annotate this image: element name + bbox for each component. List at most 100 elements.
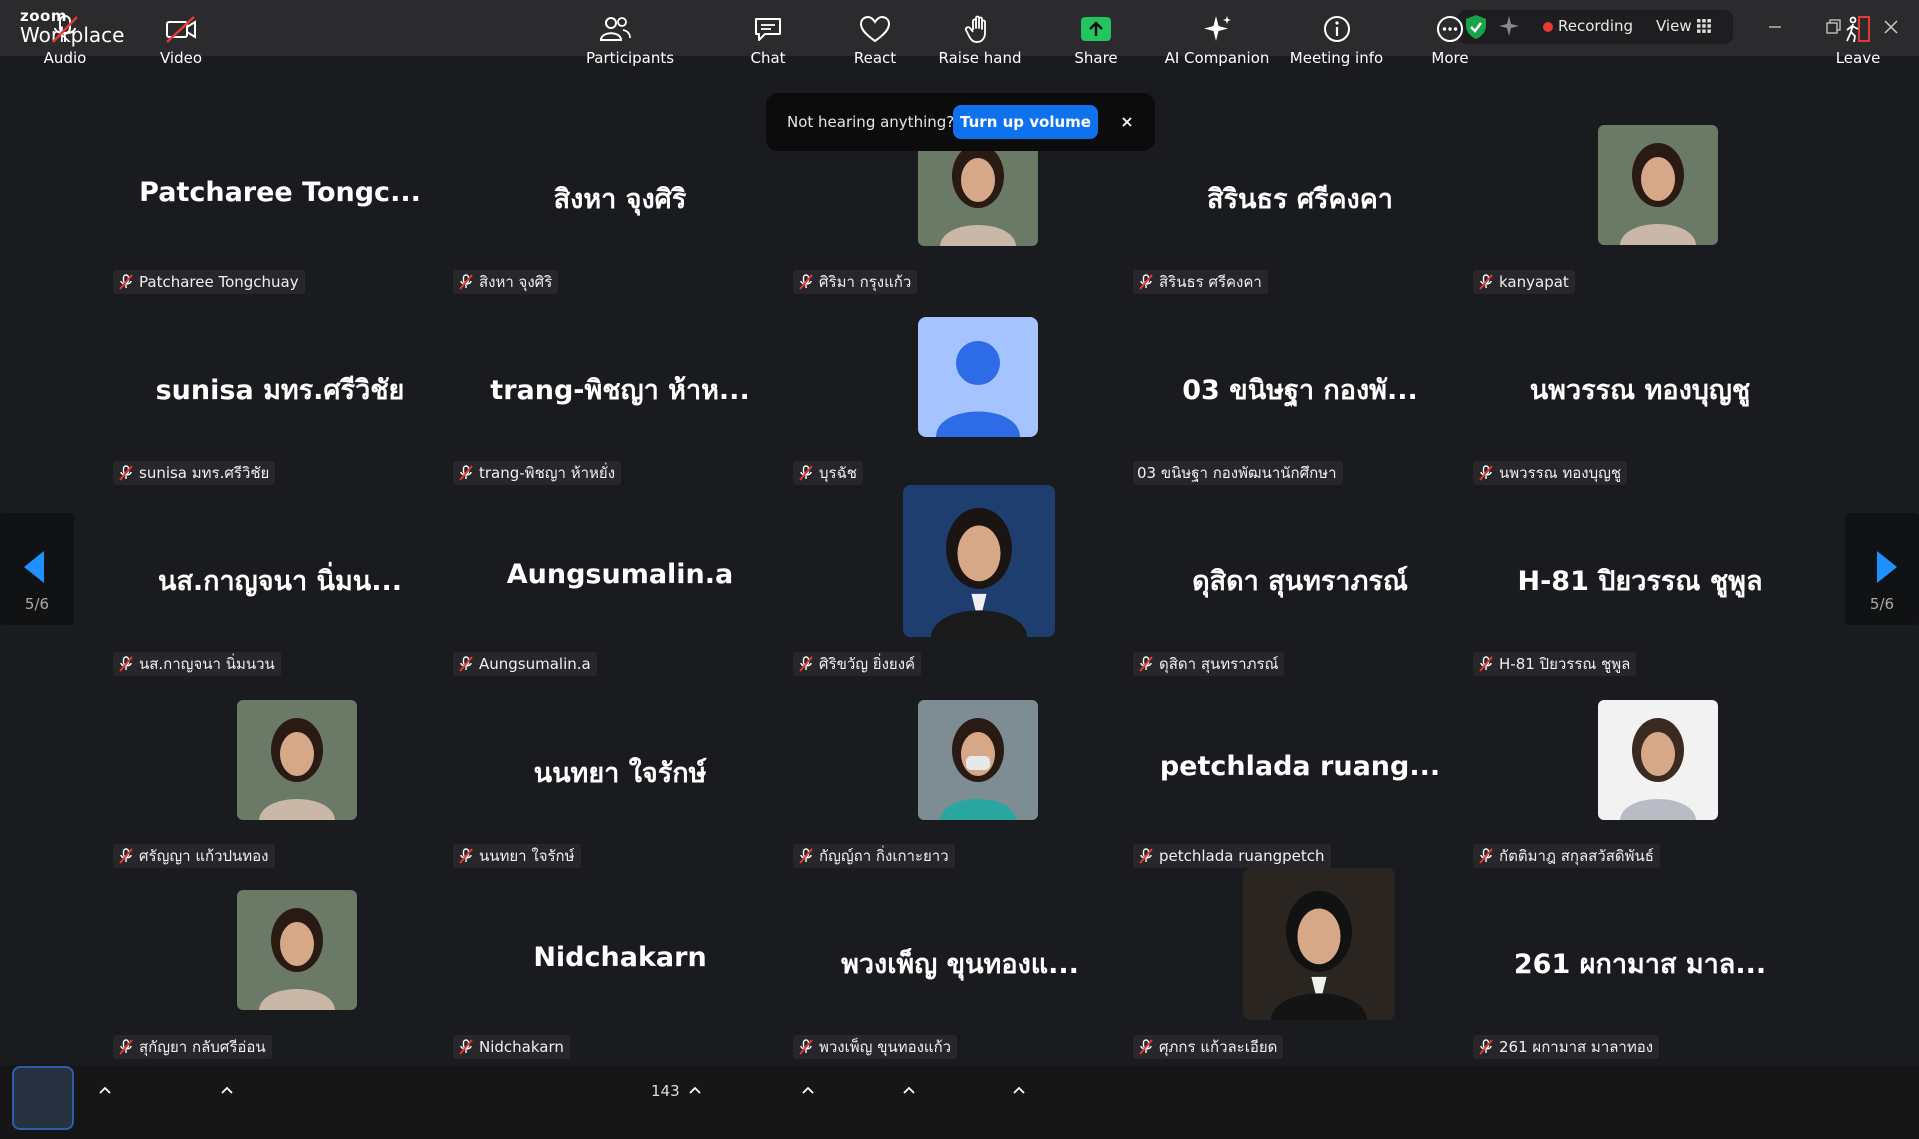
mic-muted-icon [459,274,473,290]
audio-button-highlight[interactable] [12,1066,74,1130]
meeting-info-button[interactable]: Meeting info [1284,0,1389,74]
participants-options-chevron-icon[interactable] [687,1084,703,1096]
chat-button[interactable]: Chat [728,0,808,74]
participant-tile[interactable]: Patcharee Tongc... Patcharee Tongchuay [110,103,450,294]
participant-display-name: นพวรรณ ทองบุญชู [1529,375,1751,406]
participant-tile[interactable]: ดุสิดา สุนทราภรณ์ ดุสิดา สุนทราภรณ์ [1130,485,1470,676]
mic-muted-icon [119,656,133,672]
raise-hand-options-chevron-icon[interactable] [1011,1084,1027,1096]
participant-name-label: 261 ผกามาส มาลาทอง [1473,1035,1660,1059]
participant-tile[interactable]: สิงหา จุงศิริ สิงหา จุงศิริ [450,103,790,294]
participant-name-label: นนทยา ใจรักษ์ [453,844,581,868]
participant-name-label: ศรัญญา แก้วปนทอง [113,844,275,868]
react-options-chevron-icon[interactable] [901,1084,917,1096]
participant-tile[interactable]: ศิริขวัญ ยิ่งยงค์ [790,485,1130,676]
heart-icon [859,15,891,43]
participant-name-label: Nidchakarn [453,1035,570,1059]
leave-button[interactable]: Leave [1818,0,1898,74]
participant-tile[interactable]: 03 ขนิษฐา กองพั... 03 ขนิษฐา กองพัฒนานักศ… [1130,294,1470,485]
participant-display-name: นส.กาญจนา นิ่มน... [157,566,403,597]
participant-name-label: พวงเพ็ญ ขุนทองแก้ว [793,1035,958,1059]
participant-photo [1243,868,1395,1020]
participant-tile[interactable]: ศุภกร แก้วละเอียด [1130,868,1470,1059]
participant-name-text: บุรฉัช [819,464,857,482]
participant-photo [903,485,1055,637]
participant-tile[interactable]: กัญญ์ถา กิ่งเกาะยาว [790,677,1130,868]
participants-label: Participants [585,49,675,67]
participant-name-label: บุรฉัช [793,461,863,485]
participant-tile[interactable]: trang-พิชญา ห้าห... trang-พิชญา ห้าหยั่ง [450,294,790,485]
participant-tile[interactable]: sunisa มทร.ศรีวิชัย sunisa มทร.ศรีวิชัย [110,294,450,485]
participant-name-text: 261 ผกามาส มาลาทอง [1499,1038,1654,1056]
participant-tile[interactable]: Aungsumalin.a Aungsumalin.a [450,485,790,676]
mic-muted-icon [1479,656,1493,672]
mic-muted-icon [799,465,813,481]
participant-tile[interactable]: petchlada ruang... petchlada ruangpetch [1130,677,1470,868]
mic-muted-icon [119,1039,133,1055]
share-screen-icon [1081,17,1111,41]
mic-muted-icon [459,465,473,481]
participant-display-name: H-81 ปิยวรรณ ชูพูล [1517,566,1763,597]
participant-name-label: 03 ขนิษฐา กองพัฒนานักศึกษา [1133,461,1343,485]
participant-tile[interactable]: Nidchakarn Nidchakarn [450,868,790,1059]
mic-muted-icon [799,274,813,290]
more-button[interactable]: More [1410,0,1490,74]
ai-companion-button[interactable]: AI Companion [1162,0,1272,74]
audio-button[interactable]: Audio [25,0,105,74]
participant-tile[interactable]: H-81 ปิยวรรณ ชูพูล H-81 ปิยวรรณ ชูพูล [1470,485,1810,676]
leave-label: Leave [1835,49,1881,67]
participant-tile[interactable]: บุรฉัช [790,294,1130,485]
participant-tile[interactable]: สิรินธร ศรีคงคา สิรินธร ศรีคงคา [1130,103,1470,294]
mic-muted-icon [52,15,78,43]
participant-name-text: สิงหา จุงศิริ [479,273,553,291]
view-button[interactable]: View [1656,17,1692,35]
grid-view-icon[interactable] [1697,19,1711,33]
participant-display-name: นนทยา ใจรักษ์ [533,758,707,789]
ai-companion-sparkle-icon [1204,16,1231,41]
participant-tile[interactable]: นพวรรณ ทองบุญชู นพวรรณ ทองบุญชู [1470,294,1810,485]
video-options-chevron-icon[interactable] [219,1084,235,1096]
participant-tile[interactable]: สุกัญยา กลับศรีอ่อน [110,868,450,1059]
video-off-icon [166,16,196,43]
participant-tile[interactable]: นส.กาญจนา นิ่มน... นส.กาญจนา นิ่มนวน [110,485,450,676]
previous-page-button[interactable]: 5/6 [0,513,74,625]
mic-muted-icon [1479,465,1493,481]
participant-name-label: กัตติมาฎ สกุลสวัสดิพันธ์ [1473,844,1660,868]
participant-name-text: ศิริขวัญ ยิ่งยงค์ [819,655,916,673]
ai-sparkle-icon[interactable] [1497,14,1521,38]
participant-name-text: กัญญ์ถา กิ่งเกาะยาว [819,847,949,865]
react-button[interactable]: React [835,0,915,74]
participant-tile[interactable]: กัตติมาฎ สกุลสวัสดิพันธ์ [1470,677,1810,868]
recording-label[interactable]: Recording [1558,17,1633,35]
minimize-icon[interactable] [1760,12,1790,42]
share-button[interactable]: Share [1056,0,1136,74]
next-page-button[interactable]: 5/6 [1845,513,1919,625]
audio-options-chevron-icon[interactable] [97,1084,113,1096]
participant-name-label: ดุสิดา สุนทราภรณ์ [1133,652,1285,676]
raise-hand-button[interactable]: Raise hand [930,0,1030,74]
close-toast-icon[interactable] [1115,110,1139,134]
participant-display-name: สิงหา จุงศิริ [553,184,687,215]
participant-display-name: 261 ผกามาส มาล... [1513,949,1767,980]
participant-tile[interactable]: kanyapat [1470,103,1810,294]
participant-tile[interactable]: 261 ผกามาส มาล... 261 ผกามาส มาลาทอง [1470,868,1810,1059]
mic-muted-icon [1479,1039,1493,1055]
participant-name-text: sunisa มทร.ศรีวิชัย [139,464,270,482]
more-options-icon [1437,16,1463,42]
participant-name-text: สิรินธร ศรีคงคา [1159,273,1262,291]
mic-muted-icon [1139,656,1153,672]
leave-door-icon [1846,16,1870,43]
chat-options-chevron-icon[interactable] [800,1084,816,1096]
video-button[interactable]: Video [141,0,221,74]
chat-icon [755,18,781,41]
participant-tile[interactable]: นนทยา ใจรักษ์ นนทยา ใจรักษ์ [450,677,790,868]
participants-button[interactable]: Participants [580,0,680,74]
participant-tile[interactable]: พวงเพ็ญ ขุนทองแ... พวงเพ็ญ ขุนทองแก้ว [790,868,1130,1059]
participant-name-text: กัตติมาฎ สกุลสวัสดิพันธ์ [1499,847,1654,865]
turn-up-volume-button[interactable]: Turn up volume [953,105,1098,139]
arrow-right-icon [1877,551,1897,583]
participant-tile[interactable]: ศรัญญา แก้วปนทอง [110,677,450,868]
participants-count: 143 [651,1082,680,1100]
participant-display-name: Aungsumalin.a [506,559,734,590]
participant-name-text: นพวรรณ ทองบุญชู [1499,464,1622,482]
